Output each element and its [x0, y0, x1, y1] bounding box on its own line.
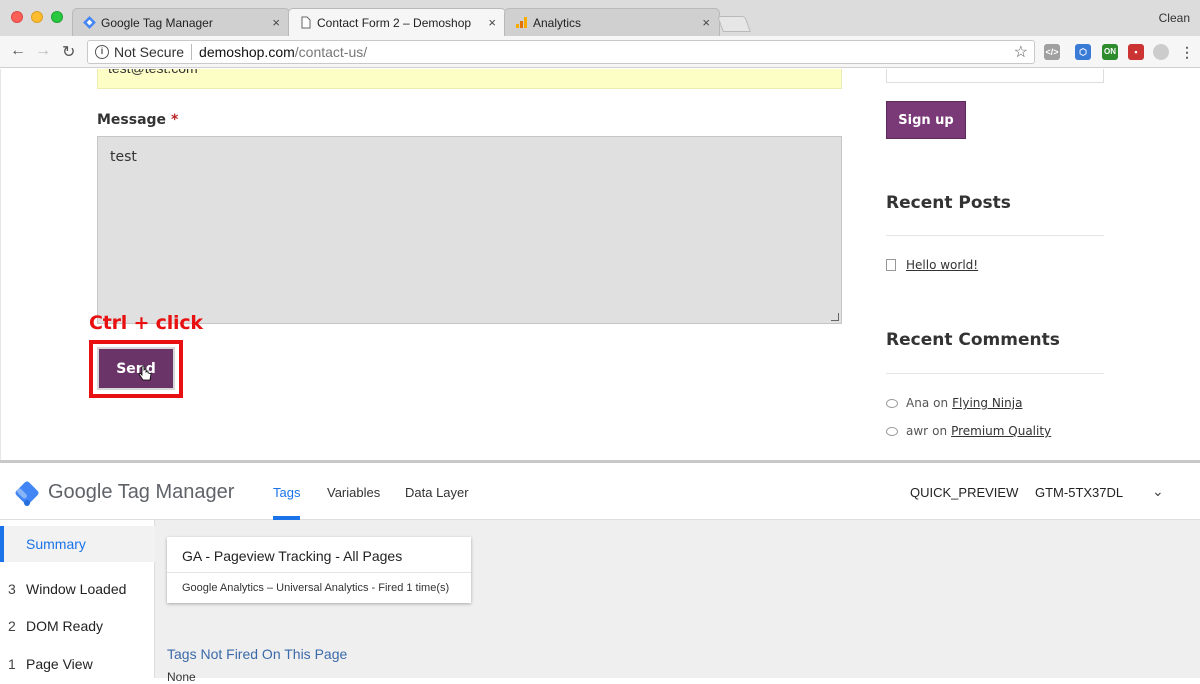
- url-path: /contact-us/: [294, 44, 368, 60]
- page-favicon-icon: [301, 16, 311, 29]
- profile-label[interactable]: Clean: [1159, 11, 1190, 25]
- email-field[interactable]: test@test.com: [97, 69, 842, 89]
- back-arrow-icon[interactable]: ←: [10, 42, 26, 60]
- chevron-down-icon[interactable]: ⌄: [1152, 483, 1164, 500]
- fired-tag-card[interactable]: GA - Pageview Tracking - All Pages Googl…: [167, 537, 471, 603]
- tab-google-tag-manager[interactable]: Google Tag Manager ×: [72, 8, 290, 36]
- tag-name: GA - Pageview Tracking - All Pages: [182, 548, 403, 564]
- preview-mode: QUICK_PREVIEW: [910, 485, 1019, 500]
- browser-toolbar: ← → ↻ i Not Secure demoshop.com/contact-…: [0, 36, 1200, 68]
- event-item-window-loaded[interactable]: 3 Window Loaded: [8, 581, 126, 597]
- url-host: demoshop.com: [199, 44, 295, 60]
- gtm-logo-icon: [15, 481, 39, 506]
- comment-author: awr: [906, 424, 929, 438]
- message-value: test: [110, 149, 137, 165]
- tab-close-icon[interactable]: ×: [702, 15, 710, 30]
- event-label: Page View: [26, 656, 93, 672]
- document-icon: [886, 259, 896, 271]
- comment-author: Ana: [906, 396, 930, 410]
- bookmark-star-icon[interactable]: ☆: [1014, 42, 1028, 62]
- summary-item[interactable]: Summary: [0, 526, 155, 562]
- tab-data-layer[interactable]: Data Layer: [405, 485, 469, 500]
- sign-up-label: Sign up: [898, 112, 954, 128]
- tab-close-icon[interactable]: ×: [272, 15, 280, 30]
- minimize-window-button[interactable]: [31, 11, 43, 23]
- window-titlebar: Google Tag Manager × Contact Form 2 – De…: [0, 0, 1200, 37]
- event-label: DOM Ready: [26, 618, 104, 634]
- recent-posts-heading: Recent Posts: [886, 193, 1011, 213]
- code-icon[interactable]: </>: [1044, 44, 1060, 60]
- ghostery-icon[interactable]: [1153, 44, 1169, 60]
- security-label[interactable]: Not Secure: [114, 44, 184, 60]
- required-marker: *: [170, 112, 179, 128]
- comment-bubble-icon: [886, 426, 898, 436]
- gtm-header: Google Tag Manager Tags Variables Data L…: [0, 463, 1200, 520]
- analytics-favicon-icon: [516, 17, 527, 28]
- tab-label: Google Tag Manager: [101, 15, 213, 30]
- gtm-preview-panel: Google Tag Manager Tags Variables Data L…: [0, 460, 1200, 684]
- flag-icon[interactable]: ▪: [1128, 44, 1144, 60]
- event-label: Window Loaded: [26, 581, 127, 597]
- ctrl-click-annotation: Ctrl + click: [89, 312, 203, 334]
- message-label: Message *: [97, 112, 178, 128]
- event-number: 1: [8, 656, 16, 672]
- tags-content: GA - Pageview Tracking - All Pages Googl…: [155, 520, 1200, 684]
- tab-close-icon[interactable]: ×: [488, 15, 496, 30]
- tab-label: Analytics: [533, 15, 582, 30]
- zoom-window-button[interactable]: [51, 11, 63, 23]
- resize-handle-icon[interactable]: [831, 313, 839, 321]
- menu-icon[interactable]: ⋮: [1179, 44, 1195, 60]
- tab-variables[interactable]: Variables: [327, 485, 380, 500]
- sign-up-button[interactable]: Sign up: [886, 101, 966, 139]
- event-sidebar: Summary 3 Window Loaded 2 DOM Ready 1 Page …: [0, 520, 155, 678]
- gtm-body: Summary 3 Window Loaded 2 DOM Ready 1 Page …: [0, 520, 1200, 684]
- comment-on: on: [932, 424, 948, 438]
- post-link-hello-world[interactable]: Hello world!: [906, 258, 978, 272]
- recent-comments-heading: Recent Comments: [886, 330, 1060, 350]
- post-list-item: Hello world!: [886, 258, 978, 272]
- message-label-text: Message: [97, 112, 167, 128]
- forward-arrow-icon[interactable]: →: [35, 42, 51, 60]
- divider: [886, 373, 1104, 374]
- newsletter-email-input[interactable]: [886, 69, 1104, 83]
- comment-post-link[interactable]: Premium Quality: [951, 424, 1051, 438]
- hand-cursor-icon: [138, 365, 152, 381]
- comment-item: awr on Premium Quality: [886, 424, 1051, 438]
- not-fired-heading: Tags Not Fired On This Page: [167, 646, 348, 662]
- event-item-dom-ready[interactable]: 2 DOM Ready: [8, 618, 103, 634]
- address-divider: [191, 44, 193, 60]
- message-textarea[interactable]: test: [97, 136, 842, 324]
- comment-item: Ana on Flying Ninja: [886, 396, 1022, 410]
- tab-contact-form[interactable]: Contact Form 2 – Demoshop ×: [288, 8, 506, 37]
- event-item-page-view[interactable]: 1 Page View: [8, 656, 93, 672]
- tag-assistant-icon[interactable]: ⬡: [1075, 44, 1091, 60]
- send-button[interactable]: Send: [97, 347, 175, 390]
- comment-on: on: [933, 396, 949, 410]
- tab-tags[interactable]: Tags: [273, 485, 300, 500]
- ga-debugger-on-icon[interactable]: ON: [1102, 44, 1118, 60]
- divider: [886, 235, 1104, 236]
- divider: [167, 572, 471, 573]
- tab-analytics[interactable]: Analytics ×: [504, 8, 720, 36]
- event-number: 2: [8, 618, 16, 634]
- tag-meta: Google Analytics – Universal Analytics -…: [182, 582, 450, 594]
- address-bar[interactable]: i Not Secure demoshop.com/contact-us/ ☆: [87, 40, 1035, 64]
- event-number: 3: [8, 581, 16, 597]
- comment-post-link[interactable]: Flying Ninja: [952, 396, 1022, 410]
- gtm-favicon-icon: [83, 16, 96, 29]
- close-window-button[interactable]: [11, 11, 23, 23]
- not-fired-value: None: [167, 670, 196, 684]
- info-icon[interactable]: i: [95, 45, 109, 59]
- comment-bubble-icon: [886, 398, 898, 408]
- new-tab-button[interactable]: [717, 16, 751, 32]
- gtm-brand: Google Tag Manager: [48, 481, 235, 503]
- reload-icon[interactable]: ↻: [62, 42, 75, 62]
- container-id: GTM-5TX37DL: [1035, 485, 1124, 500]
- webpage: test@test.com Message * test Ctrl + clic…: [0, 69, 1200, 460]
- tab-label: Contact Form 2 – Demoshop: [317, 16, 472, 30]
- ga-debugger-badge: ON: [1104, 47, 1116, 56]
